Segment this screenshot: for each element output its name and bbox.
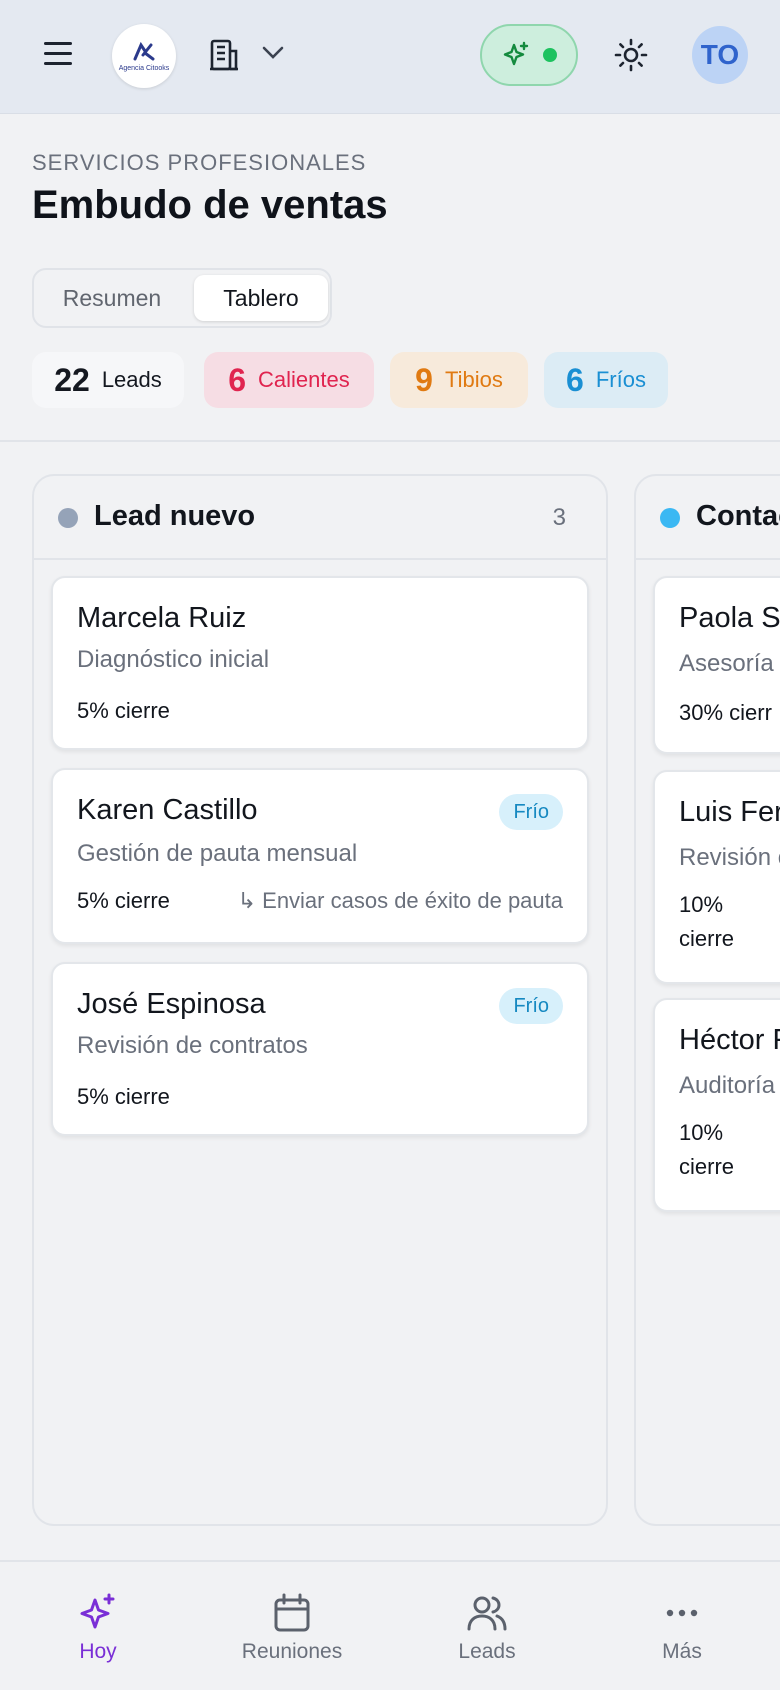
divider <box>0 440 780 442</box>
bottom-nav: Hoy Reuniones Leads Más <box>0 1560 780 1690</box>
stat-label: Tibios <box>444 367 503 392</box>
tab-resumen[interactable]: Resumen <box>42 275 182 321</box>
lead-card[interactable]: Héctor F Auditoría 10% cierre <box>653 998 780 1212</box>
close-probability: 10% cierre <box>679 892 735 951</box>
calendar-icon <box>274 1593 310 1632</box>
stat-value: 6 <box>566 361 584 398</box>
close-probability: 5% cierre <box>77 1084 170 1109</box>
sparkle-icon <box>80 1593 115 1629</box>
stat-frios[interactable]: 6 Fríos <box>544 352 668 408</box>
nav-label: Más <box>662 1640 702 1663</box>
kanban-column-clip: Contac Paola Sa Asesoría 30% cierr Luis … <box>634 474 780 1526</box>
nav-label: Reuniones <box>241 1640 343 1663</box>
close-probability: 10% cierre <box>679 1120 735 1179</box>
top-bar: Agencia Citooks TO <box>0 0 780 114</box>
more-icon <box>666 1609 698 1617</box>
next-action: ↳ Enviar casos de éxito de pauta <box>237 888 563 913</box>
chevron-down-icon[interactable] <box>262 46 284 60</box>
stat-value: 22 <box>54 361 90 398</box>
sparkle-icon <box>503 41 529 66</box>
lead-service: Revisión c <box>679 844 780 871</box>
online-status-dot <box>543 48 557 62</box>
temperature-badge: Frío <box>499 794 563 830</box>
stat-label: Fríos <box>595 367 646 392</box>
lead-card[interactable]: Paola Sa Asesoría 30% cierr <box>653 576 780 754</box>
lead-card[interactable]: Marcela Ruiz Diagnóstico inicial 5% cier… <box>51 576 589 750</box>
logo-text: Agencia Citooks <box>118 64 170 72</box>
close-probability: 30% cierr <box>679 700 772 725</box>
stat-value: 6 <box>228 361 247 398</box>
stage-dot <box>660 508 680 528</box>
lead-name: Héctor F <box>679 1024 780 1056</box>
lead-card[interactable]: José Espinosa Frío Revisión de contratos… <box>51 962 589 1136</box>
column-header: Contac <box>636 476 780 560</box>
lead-card[interactable]: Karen Castillo Frío Gestión de pauta men… <box>51 768 589 944</box>
column-count: 3 <box>552 504 566 531</box>
lead-service: Diagnóstico inicial <box>77 646 270 673</box>
lead-service: Asesoría <box>679 650 774 677</box>
nav-leads[interactable]: Leads <box>407 1592 567 1664</box>
stat-calientes[interactable]: 6 Calientes <box>204 352 374 408</box>
nav-label: Hoy <box>79 1640 117 1663</box>
stage-dot <box>58 508 78 528</box>
lead-card[interactable]: Luis Fer Revisión c 10% cierre <box>653 770 780 984</box>
nav-reuniones[interactable]: Reuniones <box>212 1592 372 1664</box>
column-title: Contac <box>696 500 780 532</box>
building-icon[interactable] <box>208 38 240 72</box>
close-probability: 5% cierre <box>77 888 170 913</box>
view-tabs: Resumen Tablero <box>32 268 332 328</box>
page-title: Embudo de ventas <box>32 183 388 227</box>
logo-mark-icon <box>133 41 155 60</box>
column-title: Lead nuevo <box>94 500 256 532</box>
kanban-column-contactado: Contac Paola Sa Asesoría 30% cierr Luis … <box>634 474 780 1526</box>
menu-icon[interactable] <box>44 42 72 66</box>
kanban-column-lead-nuevo: Lead nuevo 3 Marcela Ruiz Diagnóstico in… <box>32 474 608 1526</box>
lead-name: José Espinosa <box>77 988 266 1020</box>
lead-service: Gestión de pauta mensual <box>77 840 358 867</box>
agency-logo[interactable]: Agencia Citooks <box>112 24 176 88</box>
temperature-badge: Frío <box>499 988 563 1024</box>
stat-label: Calientes <box>258 367 350 392</box>
lead-service: Auditoría <box>679 1072 776 1099</box>
tab-tablero[interactable]: Tablero <box>194 275 328 321</box>
lead-name: Karen Castillo <box>77 794 258 826</box>
users-icon <box>467 1596 507 1631</box>
page-eyebrow: SERVICIOS PROFESIONALES <box>32 150 367 175</box>
column-header: Lead nuevo 3 <box>34 476 606 560</box>
avatar[interactable]: TO <box>692 26 748 84</box>
stat-tibios[interactable]: 9 Tibios <box>390 352 528 408</box>
lead-service: Revisión de contratos <box>77 1032 308 1059</box>
lead-name: Luis Fer <box>679 796 780 828</box>
lead-name: Marcela Ruiz <box>77 602 247 634</box>
nav-hoy[interactable]: Hoy <box>18 1592 178 1664</box>
stat-label: Leads <box>101 367 162 392</box>
stat-leads[interactable]: 22 Leads <box>32 352 184 408</box>
close-probability: 5% cierre <box>77 698 170 723</box>
lead-name: Paola Sa <box>679 602 780 634</box>
ai-assistant-button[interactable] <box>480 24 578 86</box>
stat-value: 9 <box>415 361 433 398</box>
nav-mas[interactable]: Más <box>602 1592 762 1664</box>
sun-icon[interactable] <box>614 38 648 72</box>
nav-label: Leads <box>458 1640 516 1663</box>
